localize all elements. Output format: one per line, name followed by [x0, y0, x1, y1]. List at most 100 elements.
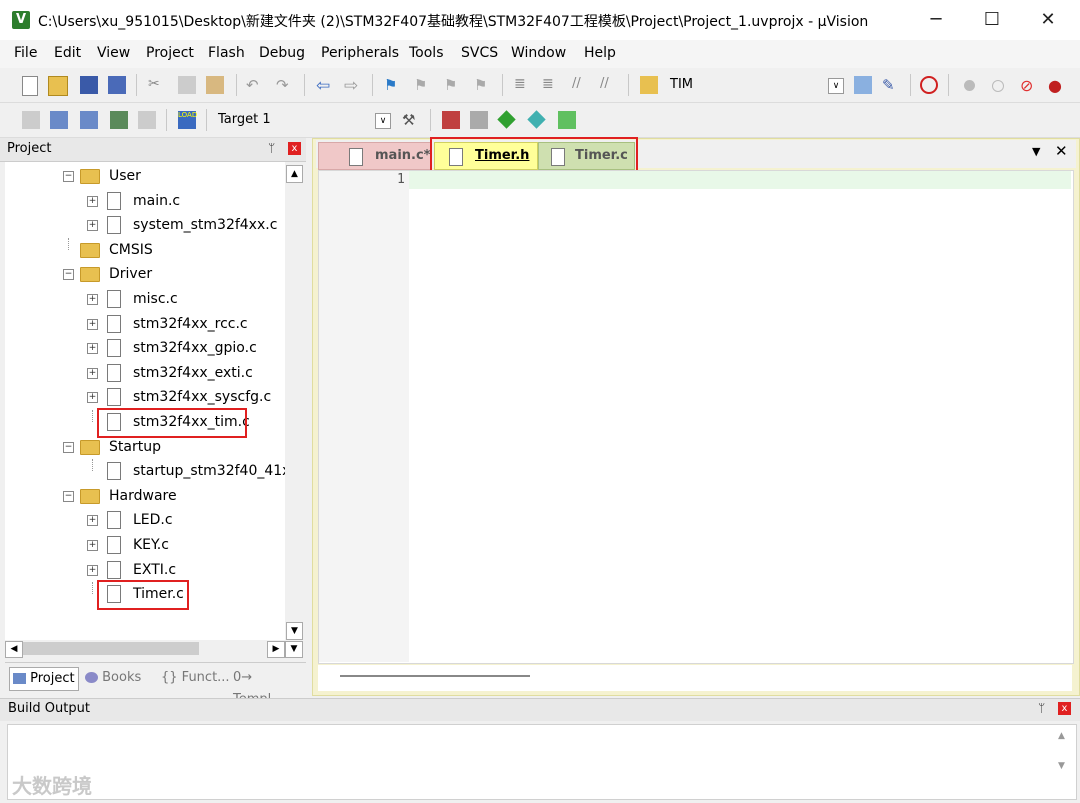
unindent-icon[interactable]: ≣ [542, 76, 560, 94]
download-load-icon[interactable]: LOAD [178, 111, 197, 129]
next-bookmark-icon[interactable]: ⚑ [444, 76, 462, 94]
expand-icon[interactable]: + [87, 195, 98, 207]
collapse-icon[interactable]: − [63, 490, 74, 502]
build-output-close-icon[interactable]: x [1058, 702, 1071, 715]
debug-session-icon[interactable] [920, 76, 938, 94]
tree-file[interactable]: + main.c [5, 189, 285, 213]
insert-breakpoint-icon[interactable] [964, 80, 975, 91]
expand-icon[interactable]: + [87, 564, 98, 576]
expand-icon[interactable]: + [87, 540, 98, 551]
build-icon[interactable] [50, 111, 68, 129]
menu-window[interactable]: Window [511, 45, 566, 61]
tree-file[interactable]: + stm32f4xx_rcc.c [5, 312, 285, 336]
collapse-icon[interactable]: − [63, 171, 74, 182]
tab-functions[interactable]: {} Funct... [161, 667, 230, 689]
menu-peripherals[interactable]: Peripherals [321, 45, 399, 61]
target-dropdown-chevron-icon[interactable]: ∨ [375, 113, 391, 129]
current-line-highlight[interactable] [409, 171, 1071, 189]
find-dropdown-chevron-icon[interactable]: ∨ [828, 78, 844, 94]
disable-breakpoints-icon[interactable]: ⊘ [1020, 76, 1038, 95]
tree-file[interactable]: + system_stm32f4xx.c [5, 213, 285, 237]
pack-manager-icon[interactable] [558, 111, 576, 129]
tree-file[interactable]: + misc.c [5, 287, 285, 311]
uncomment-icon[interactable]: // [600, 76, 618, 94]
editor-horizontal-scrollbar[interactable] [318, 665, 1072, 691]
project-horizontal-scrollbar[interactable]: ◀ ▶ ▼ [5, 640, 303, 658]
tab-main-c[interactable]: main.c* [318, 142, 432, 170]
paste-icon[interactable] [206, 76, 224, 94]
tree-file[interactable]: + KEY.c [5, 533, 285, 557]
menu-flash[interactable]: Flash [208, 45, 245, 61]
scroll-up-icon[interactable]: ▲ [286, 165, 303, 183]
batch-build-icon[interactable] [110, 111, 128, 129]
menu-debug[interactable]: Debug [259, 45, 305, 61]
rte-icon[interactable] [527, 110, 546, 129]
tree-folder[interactable]: CMSIS [5, 237, 285, 262]
expand-icon[interactable]: + [87, 343, 98, 355]
collapse-icon[interactable]: − [63, 441, 74, 453]
scroll-down-icon[interactable]: ▼ [286, 622, 303, 640]
enable-breakpoint-icon[interactable] [992, 80, 1004, 92]
project-panel-close-icon[interactable]: x [288, 142, 301, 155]
tree-folder[interactable]: − User [5, 164, 285, 188]
pack-installer-icon[interactable] [497, 110, 516, 129]
menu-view[interactable]: View [97, 45, 130, 61]
editor-tab-menu-icon[interactable]: ▼ [1032, 145, 1040, 158]
tab-project[interactable]: Project [9, 667, 79, 691]
undo-icon[interactable]: ↶ [246, 76, 264, 94]
translate-icon[interactable] [22, 111, 40, 129]
close-window-button[interactable]: ✕ [1020, 0, 1076, 40]
scroll-down-corner-icon[interactable]: ▼ [285, 641, 303, 658]
tree-file[interactable]: + EXTI.c [5, 558, 285, 582]
tree-folder[interactable]: − Hardware [5, 484, 285, 508]
tree-folder[interactable]: − Startup [5, 435, 285, 459]
editor-scroll-thumb[interactable] [340, 675, 530, 677]
expand-icon[interactable]: + [87, 294, 98, 305]
menu-edit[interactable]: Edit [54, 45, 81, 61]
target-select[interactable]: Target 1 [218, 112, 271, 127]
tree-file[interactable]: + stm32f4xx_exti.c [5, 361, 285, 385]
comment-icon[interactable]: // [572, 76, 590, 94]
open-folder-icon[interactable] [48, 76, 68, 96]
stop-build-icon[interactable] [138, 111, 156, 129]
tab-templates[interactable]: 0→ Templ... [233, 667, 306, 707]
build-scroll-up-icon[interactable]: ▲ [1058, 731, 1065, 741]
tree-file[interactable]: + LED.c [5, 508, 285, 532]
find-icon[interactable] [854, 76, 872, 94]
kill-breakpoints-icon[interactable]: ● [1048, 76, 1066, 95]
menu-help[interactable]: Help [584, 45, 616, 61]
maximize-button[interactable]: ☐ [964, 0, 1020, 40]
expand-icon[interactable]: + [87, 220, 98, 232]
new-file-icon[interactable] [22, 76, 38, 96]
scroll-left-icon[interactable]: ◀ [5, 641, 23, 658]
build-pin-icon[interactable]: ᛘ [1038, 701, 1045, 715]
save-icon[interactable] [80, 76, 98, 94]
tree-file[interactable]: + stm32f4xx_gpio.c [5, 336, 285, 360]
tree-file[interactable]: startup_stm32f40_41xxx.s [5, 459, 285, 483]
copy-icon[interactable] [178, 76, 196, 94]
editor-close-icon[interactable]: ✕ [1055, 142, 1068, 160]
menu-tools[interactable]: Tools [409, 45, 444, 61]
expand-icon[interactable]: + [87, 392, 98, 404]
redo-icon[interactable]: ↷ [276, 76, 294, 94]
pin-icon[interactable]: ᛘ [268, 141, 275, 155]
expand-icon[interactable]: + [87, 515, 98, 527]
indent-icon[interactable]: ≣ [514, 76, 532, 94]
tab-books[interactable]: Books [85, 667, 141, 689]
select-packs-icon[interactable] [470, 111, 488, 129]
target-options-icon[interactable]: ⚒ [402, 111, 420, 129]
minimize-button[interactable]: ─ [908, 0, 964, 40]
tree-file[interactable]: + stm32f4xx_syscfg.c [5, 385, 285, 409]
find-text[interactable]: TIM [670, 77, 693, 92]
build-scroll-down-icon[interactable]: ▼ [1058, 761, 1065, 771]
clear-bookmarks-icon[interactable]: ⚑ [474, 76, 492, 94]
cut-icon[interactable]: ✂ [148, 76, 166, 94]
bookmark-icon[interactable]: ⚑ [384, 76, 402, 94]
prev-bookmark-icon[interactable]: ⚑ [414, 76, 432, 94]
manage-components-icon[interactable] [442, 111, 460, 129]
incremental-find-icon[interactable]: ✎ [882, 76, 900, 94]
code-editor[interactable] [318, 170, 1074, 664]
expand-icon[interactable]: + [87, 367, 98, 379]
navigate-back-icon[interactable]: ⇦ [316, 76, 334, 96]
collapse-icon[interactable]: − [63, 269, 74, 281]
